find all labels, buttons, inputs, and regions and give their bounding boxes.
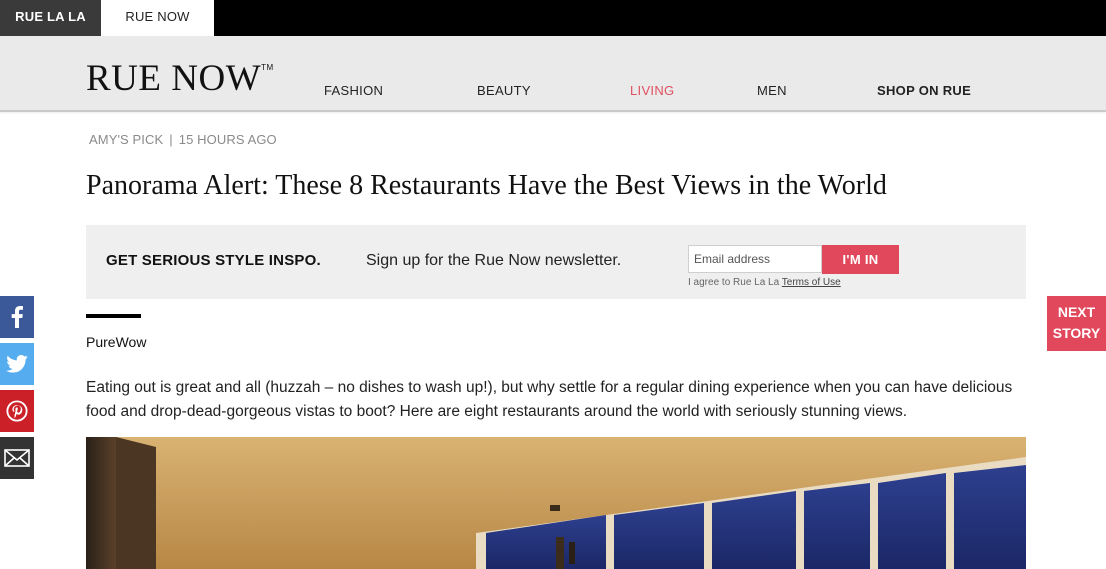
tab-rue-now[interactable]: RUE NOW — [101, 0, 214, 36]
terms-of-use-link[interactable]: Terms of Use — [782, 277, 841, 288]
article-meta: AMY'S PICK | 15 HOURS AGO — [89, 132, 277, 147]
share-email-button[interactable] — [0, 437, 34, 479]
email-icon — [4, 449, 30, 467]
trademark-symbol: TM — [261, 63, 274, 72]
tab-rue-la-la[interactable]: RUE LA LA — [0, 0, 101, 36]
twitter-icon — [6, 355, 28, 373]
meta-separator: | — [169, 132, 173, 147]
next-story-label-1: NEXT — [1057, 304, 1096, 320]
next-story-label-2: STORY — [1052, 325, 1101, 341]
nav-living[interactable]: LIVING — [630, 83, 674, 98]
facebook-icon — [11, 306, 23, 328]
pinterest-icon — [6, 400, 28, 422]
nav-men[interactable]: MEN — [757, 83, 787, 98]
author-pick[interactable]: AMY'S PICK — [89, 132, 163, 147]
article-source[interactable]: PureWow — [86, 334, 146, 350]
nav-fashion[interactable]: FASHION — [324, 83, 383, 98]
nav-shop-on-rue[interactable]: SHOP ON RUE — [877, 83, 971, 98]
newsletter-heading: GET SERIOUS STYLE INSPO. — [106, 252, 321, 269]
newsletter-signup: GET SERIOUS STYLE INSPO. Sign up for the… — [86, 225, 1026, 299]
share-facebook-button[interactable] — [0, 296, 34, 338]
terms-note: I agree to Rue La La Terms of Use — [688, 277, 841, 288]
share-pinterest-button[interactable] — [0, 390, 34, 432]
share-twitter-button[interactable] — [0, 343, 34, 385]
section-divider — [86, 314, 141, 318]
site-header: RUE NOWTM FASHION BEAUTY LIVING MEN SHOP… — [0, 36, 1106, 112]
email-field[interactable] — [688, 245, 822, 273]
newsletter-text: Sign up for the Rue Now newsletter. — [366, 252, 622, 269]
article-intro: Eating out is great and all (huzzah – no… — [86, 379, 1013, 420]
post-time: 15 HOURS AGO — [178, 132, 277, 147]
article-hero-image — [86, 437, 1026, 569]
nav-beauty[interactable]: BEAUTY — [477, 83, 531, 98]
restaurant-photo — [86, 437, 1026, 569]
submit-newsletter-button[interactable]: I'M IN — [822, 245, 899, 274]
site-switcher-bar: RUE LA LA RUE NOW — [0, 0, 1106, 36]
article-title: Panorama Alert: These 8 Restaurants Have… — [86, 170, 887, 201]
next-story-button[interactable]: NEXT STORY — [1047, 296, 1106, 351]
rue-now-logo[interactable]: RUE NOWTM — [86, 60, 274, 97]
